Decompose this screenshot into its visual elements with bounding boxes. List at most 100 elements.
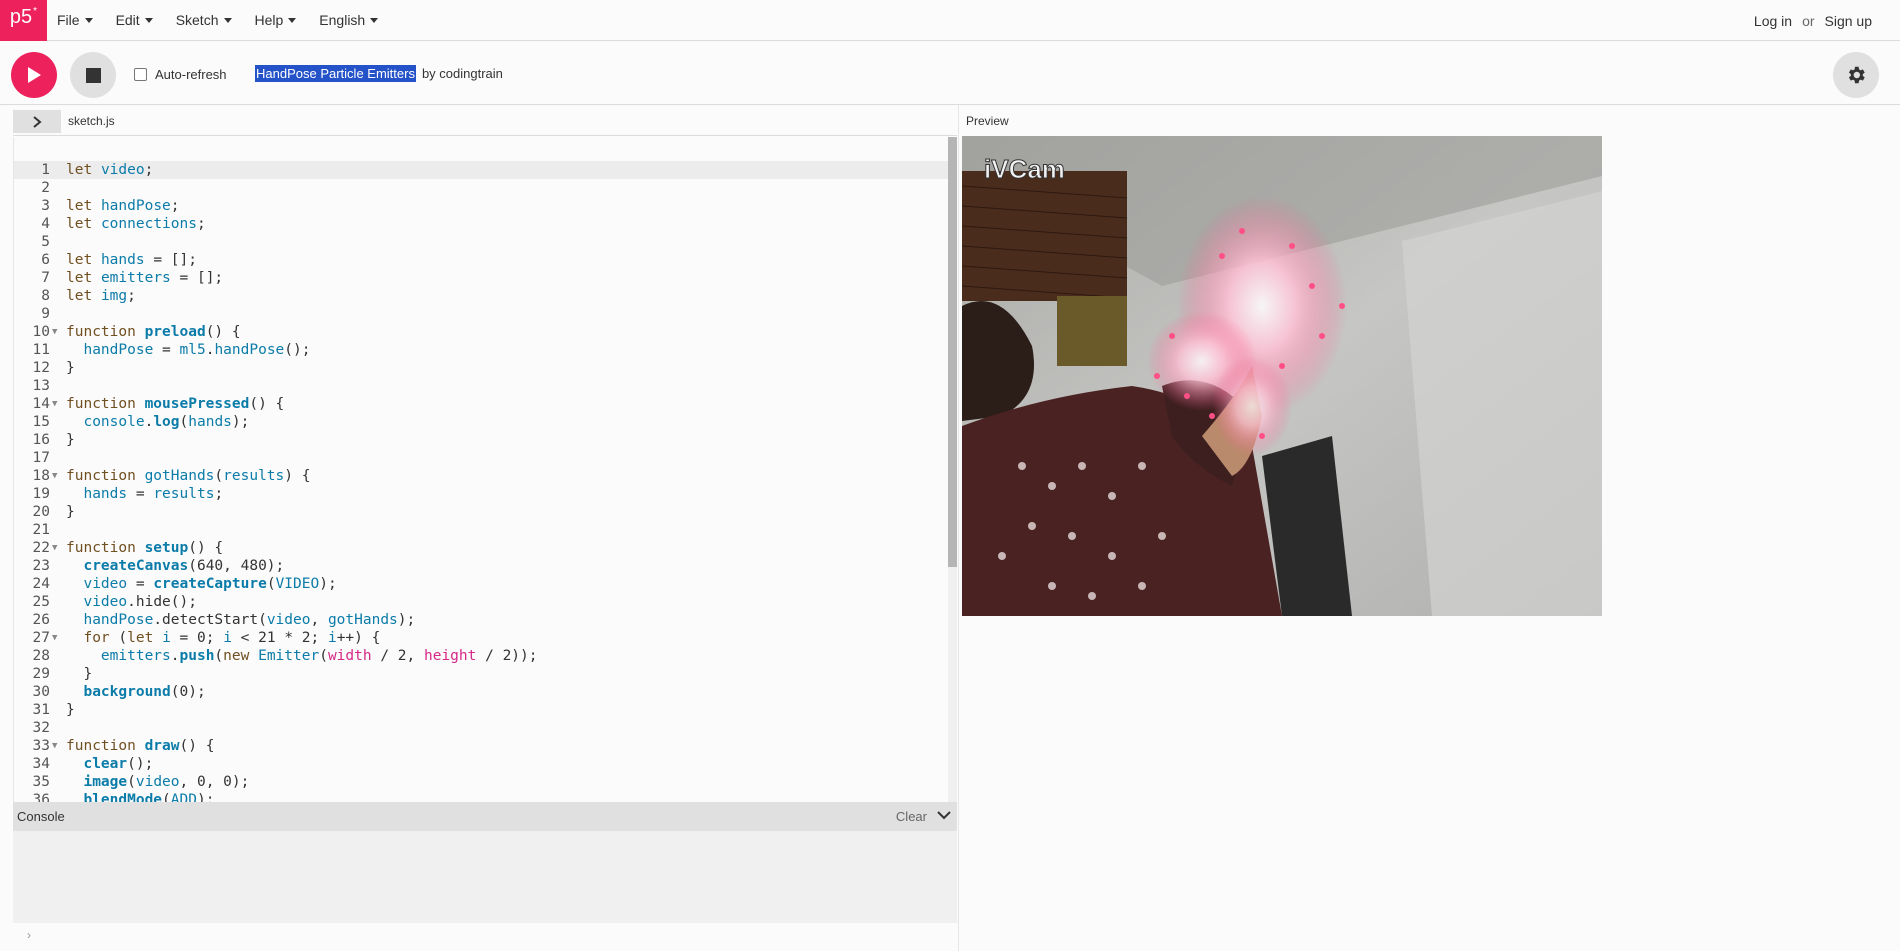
code-line[interactable]: 36 blendMode(ADD); <box>14 791 949 802</box>
autorefresh-toggle[interactable]: Auto-refresh <box>134 67 227 82</box>
fold-triangle-icon[interactable]: ▼ <box>52 629 57 647</box>
fold-triangle-icon[interactable]: ▼ <box>52 395 57 413</box>
chevron-down-icon <box>144 17 153 23</box>
code-line[interactable]: 17 <box>14 449 949 467</box>
code-line[interactable]: 7 let emitters = []; <box>14 269 949 287</box>
code-line[interactable]: 12} <box>14 359 949 377</box>
line-number: 26 <box>32 612 50 628</box>
fold-triangle-icon[interactable]: ▼ <box>52 323 57 341</box>
menu-language[interactable]: English <box>319 12 379 28</box>
code-line[interactable]: 4 let connections; <box>14 215 949 233</box>
code-line[interactable]: 13 <box>14 377 949 395</box>
line-source: function setup() { <box>66 540 224 556</box>
menu-edit-label: Edit <box>115 12 140 28</box>
code-line[interactable]: 25 video.hide(); <box>14 593 949 611</box>
code-line[interactable]: 22 ▼ function setup() { <box>14 539 949 557</box>
auth-links: Log in or Sign up <box>1754 13 1872 29</box>
code-line[interactable]: 1 let video; <box>14 161 949 179</box>
menu-help-label: Help <box>254 12 284 28</box>
menu-file-label: File <box>57 12 80 28</box>
editor-scrollbar[interactable] <box>948 137 957 802</box>
code-line[interactable]: 3 let handPose; <box>14 197 949 215</box>
code-line[interactable]: 9 <box>14 305 949 323</box>
line-number: 23 <box>32 558 50 574</box>
code-line[interactable]: 11 handPose = ml5.handPose(); <box>14 341 949 359</box>
line-source: function preload() { <box>66 324 241 340</box>
code-line[interactable]: 32 <box>14 719 949 737</box>
line-source: image(video, 0, 0); <box>83 774 250 790</box>
sketch-title[interactable]: HandPose Particle Emitters <box>255 65 416 82</box>
code-line[interactable]: 10 ▼ function preload() { <box>14 323 949 341</box>
code-line[interactable]: 24 video = createCapture(VIDEO); <box>14 575 949 593</box>
line-source: background(0); <box>83 684 206 700</box>
code-line[interactable]: 19 hands = results; <box>14 485 949 503</box>
code-line[interactable]: 21 <box>14 521 949 539</box>
menu-help[interactable]: Help <box>255 12 297 28</box>
line-number: 35 <box>32 774 50 790</box>
code-line[interactable]: 2 <box>14 179 949 197</box>
code-lines: 1 let video; 2 3 let handPose; 4 let connectio… <box>14 161 949 802</box>
play-button[interactable] <box>11 52 57 98</box>
line-source: } <box>66 432 75 448</box>
code-line[interactable]: 14 ▼ function mousePressed() { <box>14 395 949 413</box>
line-number: 19 <box>32 486 50 502</box>
code-line[interactable]: 30 background(0); <box>14 683 949 701</box>
code-line[interactable]: 6 let hands = []; <box>14 251 949 269</box>
line-number: 33 <box>32 738 50 754</box>
code-line[interactable]: 8 let img; <box>14 287 949 305</box>
stop-button[interactable] <box>70 52 116 98</box>
code-line[interactable]: 33 ▼ function draw() { <box>14 737 949 755</box>
menu-file[interactable]: File <box>57 12 93 28</box>
line-source: function gotHands(results) { <box>66 468 311 484</box>
file-tab-sketch-js[interactable]: sketch.js <box>68 114 115 128</box>
code-line[interactable]: 31} <box>14 701 949 719</box>
line-source: createCanvas(640, 480); <box>83 558 285 574</box>
line-source: let hands = []; <box>66 252 197 268</box>
line-source: handPose = ml5.handPose(); <box>83 342 311 358</box>
p5-logo[interactable]: p5 * <box>0 0 47 41</box>
code-editor[interactable]: 1 let video; 2 3 let handPose; 4 let connectio… <box>13 137 957 802</box>
line-number: 21 <box>32 522 50 538</box>
login-link[interactable]: Log in <box>1754 13 1792 29</box>
code-line[interactable]: 18 ▼ function gotHands(results) { <box>14 467 949 485</box>
code-line[interactable]: 27 ▼ for (let i = 0; i < 21 * 2; i++) { <box>14 629 949 647</box>
autorefresh-checkbox[interactable] <box>134 68 147 81</box>
preview-canvas[interactable]: iVCam <box>962 136 1602 616</box>
code-line[interactable]: 16} <box>14 431 949 449</box>
code-line[interactable]: 20} <box>14 503 949 521</box>
code-line[interactable]: 34 clear(); <box>14 755 949 773</box>
line-source: } <box>66 360 75 376</box>
line-number: 10 <box>32 324 50 340</box>
signup-link[interactable]: Sign up <box>1825 13 1872 29</box>
fold-triangle-icon[interactable]: ▼ <box>52 467 57 485</box>
line-number: 12 <box>32 360 50 376</box>
code-line[interactable]: 28 emitters.push(new Emitter(width / 2, … <box>14 647 949 665</box>
ivcam-watermark: iVCam <box>984 154 1065 184</box>
logo-text: p5 <box>9 5 33 28</box>
line-number: 36 <box>32 792 50 802</box>
autorefresh-label: Auto-refresh <box>155 67 227 82</box>
sketch-author[interactable]: by codingtrain <box>422 66 503 81</box>
code-line[interactable]: 26 handPose.detectStart(video, gotHands)… <box>14 611 949 629</box>
code-line[interactable]: 23 createCanvas(640, 480); <box>14 557 949 575</box>
code-line[interactable]: 5 <box>14 233 949 251</box>
console-input[interactable]: › <box>13 923 957 951</box>
console-clear-button[interactable]: Clear <box>896 809 927 824</box>
line-number: 27 <box>32 630 50 646</box>
code-line[interactable]: 29 } <box>14 665 949 683</box>
sidebar-toggle-button[interactable] <box>13 110 61 133</box>
chevron-down-icon <box>84 17 93 23</box>
code-line[interactable]: 15 console.log(hands); <box>14 413 949 431</box>
editor-scroll-thumb[interactable] <box>948 137 957 567</box>
settings-button[interactable] <box>1833 52 1879 98</box>
menu-edit[interactable]: Edit <box>116 12 153 28</box>
fold-triangle-icon[interactable]: ▼ <box>52 737 57 755</box>
chevron-down-icon[interactable] <box>937 810 951 820</box>
line-source: let connections; <box>66 216 206 232</box>
menu-sketch[interactable]: Sketch <box>176 12 232 28</box>
code-line[interactable]: 35 image(video, 0, 0); <box>14 773 949 791</box>
chevron-down-icon <box>370 17 379 23</box>
fold-triangle-icon[interactable]: ▼ <box>52 539 57 557</box>
or-text: or <box>1802 13 1815 29</box>
line-source: let emitters = []; <box>66 270 224 286</box>
